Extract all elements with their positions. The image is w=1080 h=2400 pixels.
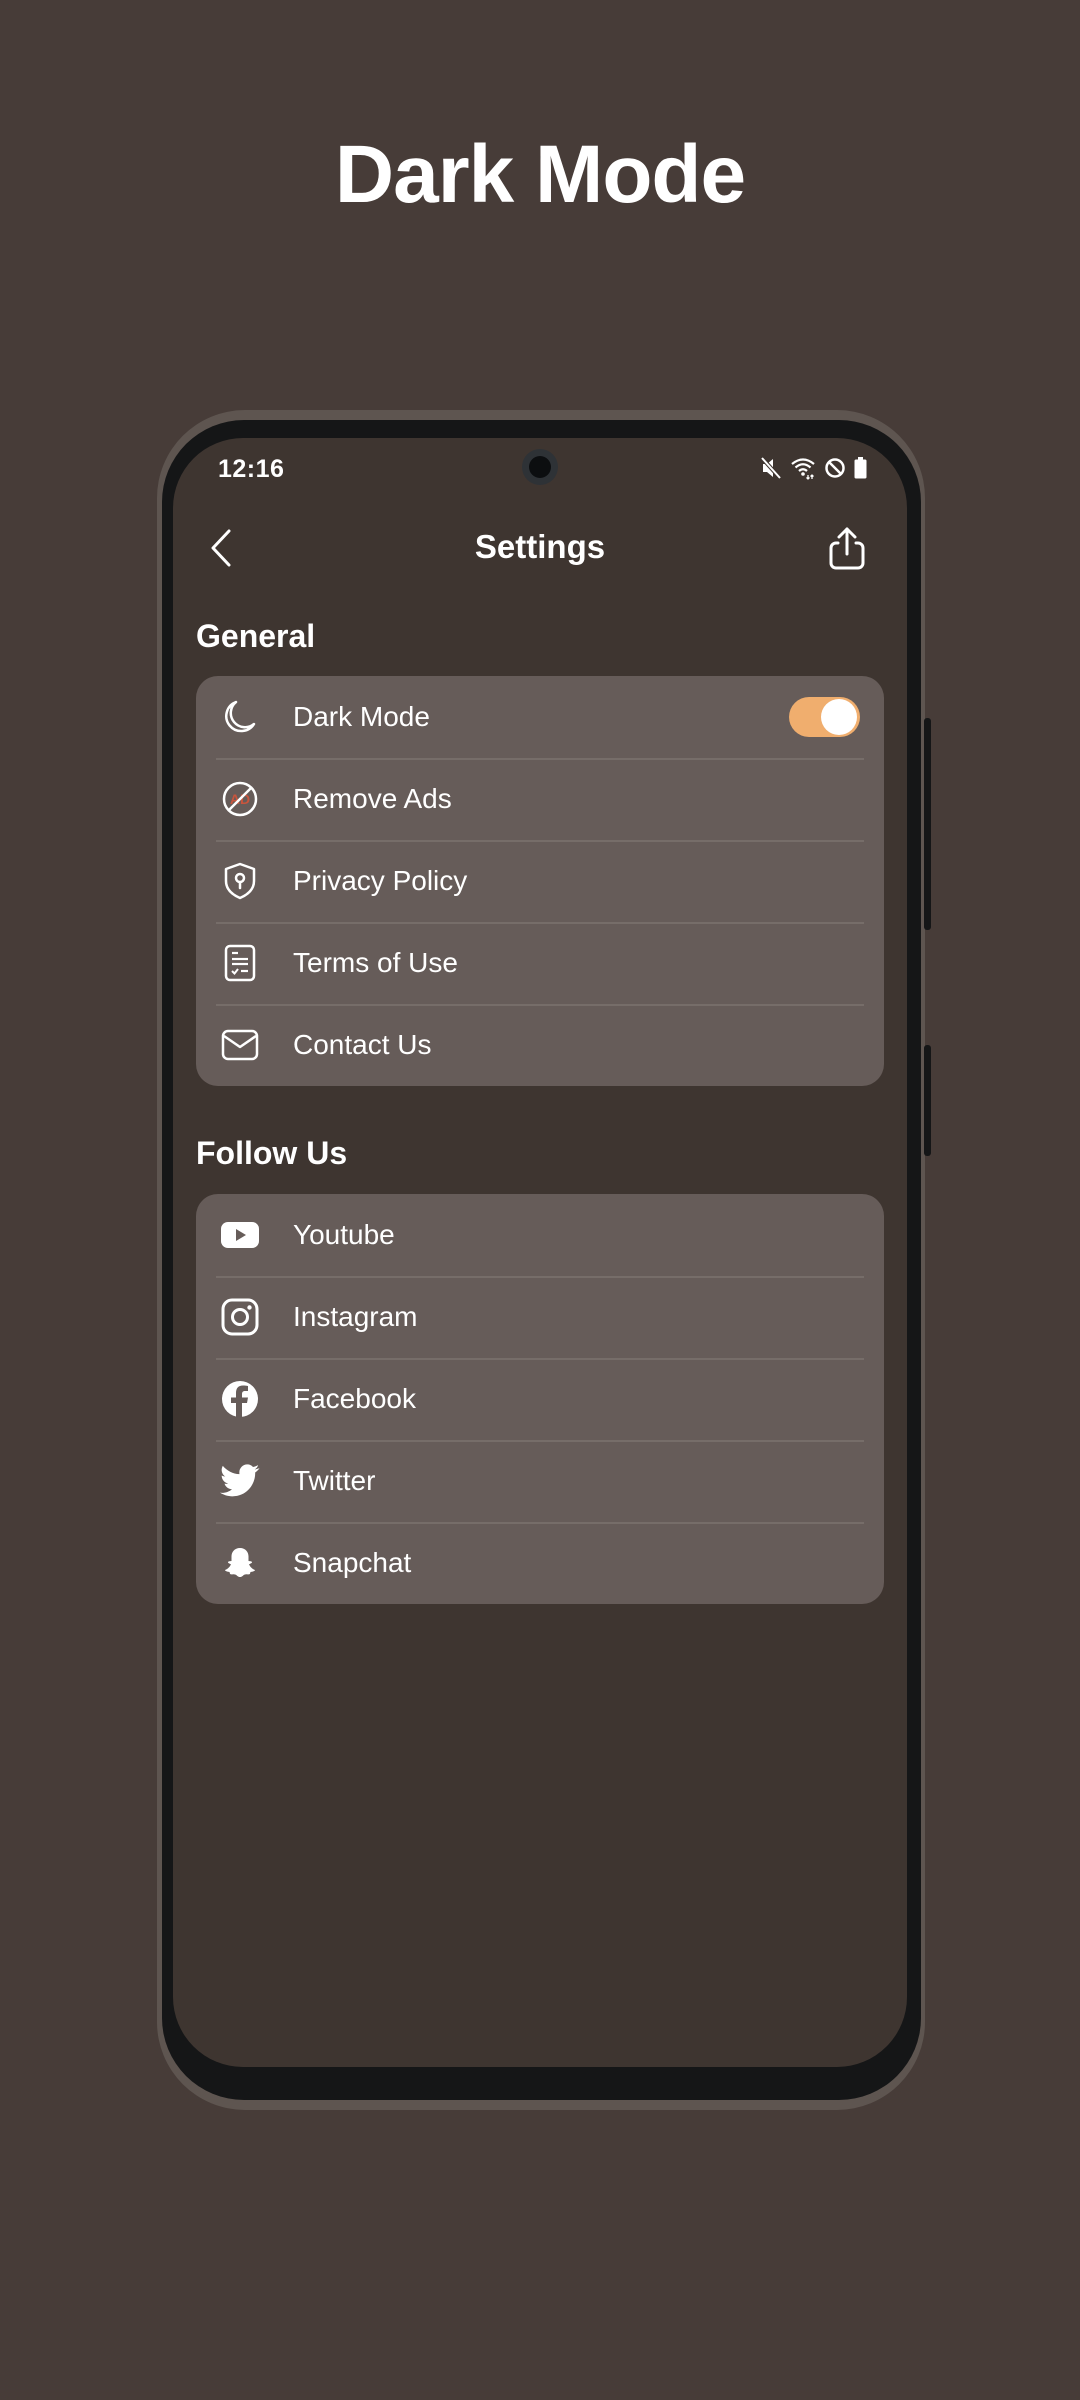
social-label: Twitter <box>293 1465 376 1496</box>
social-instagram[interactable]: Instagram <box>196 1276 884 1358</box>
volume-button <box>924 718 931 930</box>
setting-label: Contact Us <box>293 1029 432 1060</box>
social-youtube[interactable]: Youtube <box>196 1194 884 1276</box>
instagram-icon <box>219 1296 261 1338</box>
setting-label: Privacy Policy <box>293 865 468 896</box>
facebook-icon <box>219 1378 261 1420</box>
dark-mode-toggle[interactable] <box>789 697 860 737</box>
social-label: Youtube <box>293 1219 395 1250</box>
battery-icon <box>854 457 867 479</box>
document-icon <box>219 942 261 984</box>
social-twitter[interactable]: Twitter <box>196 1440 884 1522</box>
social-facebook[interactable]: Facebook <box>196 1358 884 1440</box>
setting-contact-us[interactable]: Contact Us <box>196 1004 884 1086</box>
power-button <box>924 1045 931 1156</box>
setting-privacy-policy[interactable]: Privacy Policy <box>196 840 884 922</box>
status-time: 12:16 <box>218 455 285 483</box>
follow-us-card: Youtube Instagram Facebook Twitter Snapc… <box>196 1194 884 1604</box>
twitter-icon <box>219 1460 261 1502</box>
setting-terms-of-use[interactable]: Terms of Use <box>196 922 884 1004</box>
mute-icon <box>760 456 782 480</box>
social-label: Snapchat <box>293 1547 412 1578</box>
mail-icon <box>219 1024 261 1066</box>
share-icon <box>829 527 865 570</box>
section-title-follow-us: Follow Us <box>196 1135 348 1171</box>
shield-icon <box>219 860 261 902</box>
moon-icon <box>219 696 261 738</box>
setting-label: Remove Ads <box>293 783 452 814</box>
status-icons <box>760 455 867 481</box>
toggle-knob <box>821 699 857 735</box>
do-not-disturb-icon <box>825 458 845 478</box>
promo-title: Dark Mode <box>334 129 746 220</box>
setting-dark-mode[interactable]: Dark Mode <box>196 676 884 758</box>
setting-label: Dark Mode <box>293 701 430 732</box>
no-ads-icon: AD <box>219 778 261 820</box>
phone-screen: 12:16 Settings General Dark Mode Remove … <box>173 438 907 2067</box>
wifi-icon <box>791 458 815 480</box>
section-title-general: General <box>196 618 316 654</box>
front-camera <box>522 449 558 485</box>
setting-remove-ads[interactable]: AD Remove Ads <box>196 758 884 840</box>
social-label: Facebook <box>293 1383 416 1414</box>
social-label: Instagram <box>293 1301 418 1332</box>
share-button[interactable] <box>821 526 873 572</box>
general-card: Dark Mode AD Remove Ads <box>196 676 884 1086</box>
youtube-icon <box>219 1214 261 1256</box>
snapchat-icon <box>219 1542 261 1584</box>
social-snapchat[interactable]: Snapchat <box>196 1522 884 1604</box>
page-title: Settings <box>474 528 606 565</box>
setting-label: Terms of Use <box>293 947 458 978</box>
